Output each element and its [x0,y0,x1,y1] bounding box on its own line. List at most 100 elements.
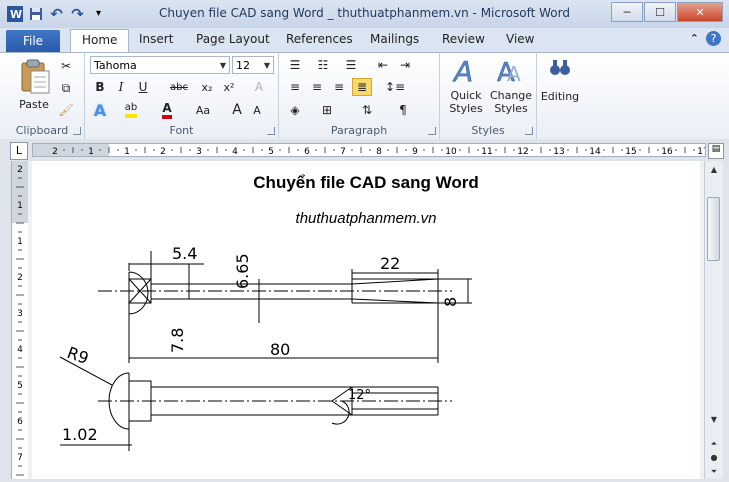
binoculars-icon [550,60,570,75]
scroll-up-button[interactable]: ▲ [706,163,722,177]
shrink-font-button[interactable]: A [247,101,267,119]
font-size-combo[interactable]: 12 ▼ [232,56,274,74]
tab-page-layout[interactable]: Page Layout [196,32,270,46]
scissors-icon: ✂ [60,59,72,73]
italic-button[interactable]: I [111,78,131,96]
minimize-ribbon-button[interactable]: ⌃ [690,32,699,45]
title-bar: W ↶ ↷ ▾ Chuyen file CAD sang Word _ thut… [0,0,729,29]
multilevel-list-icon: ☰ [345,58,357,72]
grow-font-button[interactable]: A [227,101,247,119]
clear-formatting-button[interactable]: A [249,78,269,96]
font-group-label: Font [169,124,194,137]
vertical-scrollbar[interactable]: ▲ ▼ ⏶ ● ⏷ [704,161,723,479]
change-styles-button[interactable]: AA Change Styles [488,56,534,118]
numbered-list-icon: ☷ [317,58,329,72]
paragraph-launcher-icon[interactable] [428,127,436,135]
align-center-button[interactable]: ≡ [307,78,327,96]
horizontal-ruler[interactable]: 211234567891011121314151617 [32,143,706,157]
view-ruler-button[interactable]: ▤ [708,143,724,159]
ruler-number: 17 [697,147,705,156]
align-right-button[interactable]: ≡ [329,78,349,96]
multilevel-list-button[interactable]: ☰ [341,56,361,74]
numbering-button[interactable]: ☷ [313,56,333,74]
double-down-icon: ⏷ [710,467,718,476]
ruler-number: 2 [52,147,58,156]
vertical-ruler[interactable]: 2 1 1 2 3 4 5 6 7 [11,161,29,479]
highlight-button[interactable]: ab [121,101,141,119]
quick-styles-button[interactable]: A Quick Styles [444,56,488,118]
styles-launcher-icon[interactable] [525,127,533,135]
change-case-button[interactable]: Aa [193,101,213,119]
tab-insert[interactable]: Insert [139,32,173,46]
change-styles-label: Change Styles [489,89,533,115]
help-button[interactable]: ? [706,31,721,46]
ruler-number: 10 [445,147,457,156]
format-painter-button[interactable]: 🖌 [56,101,76,119]
tab-view[interactable]: View [506,32,534,46]
quick-styles-label: Quick Styles [449,89,483,115]
bolt1-thread-bottom [351,298,439,304]
cut-button[interactable]: ✂ [56,57,76,75]
tab-file[interactable]: File [6,30,60,52]
font-size-value: 12 [236,59,250,72]
borders-button[interactable]: ⊞ [317,101,337,119]
caret-up-icon: ⌃ [689,32,699,45]
tab-mailings[interactable]: Mailings [370,32,419,46]
browse-object-button[interactable]: ● [706,451,722,465]
ruler-left-margin [33,144,109,156]
justify-button[interactable]: ≣ [352,78,372,96]
ruler-number: 5 [17,381,23,391]
paragraph-group: ☰ ☷ ☰ ⇤ ⇥ ≡ ≡ ≡ ≣ ↕≡ ◈ ⊞ ⇅ ¶ Paragraph [279,53,440,139]
text-effects-button[interactable]: A [90,101,110,120]
paste-button[interactable]: Paste [12,57,56,113]
maximize-button[interactable]: ☐ [644,2,676,22]
ruler-number: 14 [589,147,601,156]
tab-selector-button[interactable]: L [10,142,28,160]
editing-button[interactable]: Editing [540,56,580,118]
copy-button[interactable]: ⧉ [56,79,76,97]
chevron-down-icon: ▼ [219,61,226,70]
subscript-button[interactable]: x₂ [197,78,217,96]
align-left-button[interactable]: ≡ [285,78,305,96]
bullets-button[interactable]: ☰ [285,56,305,74]
justify-icon: ≣ [356,80,368,94]
prev-page-button[interactable]: ⏶ [706,437,722,451]
decrease-indent-button[interactable]: ⇤ [373,56,393,74]
cad-drawing[interactable]: 5.4 6.65 22 8 7.8 80 R9 12° 1.02 [32,161,700,479]
show-marks-button[interactable]: ¶ [393,101,413,119]
clipboard-launcher-icon[interactable] [73,127,81,135]
line-spacing-button[interactable]: ↕≡ [385,78,405,96]
bold-button[interactable]: B [90,78,110,96]
font-launcher-icon[interactable] [267,127,275,135]
superscript-button[interactable]: x² [219,78,239,96]
clipboard-group: Paste ✂ ⧉ 🖌 Clipboard [0,53,85,139]
next-page-button[interactable]: ⏷ [706,465,722,479]
document-page[interactable]: Chuyển file CAD sang Word thuthuatphanme… [32,161,700,479]
scroll-down-button[interactable]: ▼ [706,413,722,427]
tab-references[interactable]: References [286,32,353,46]
font-color-button[interactable]: A [157,101,177,119]
scroll-thumb[interactable] [707,197,720,261]
brush-icon: 🖌 [58,103,74,117]
sort-button[interactable]: ⇅ [357,101,377,119]
horizontal-ruler-scale: 211234567891011121314151617 [33,144,705,156]
strikethrough-button[interactable]: abc [169,78,189,96]
indent-icon: ⇥ [399,58,411,72]
tab-home[interactable]: Home [70,29,130,52]
change-styles-icon: AA [497,58,521,86]
font-name-combo[interactable]: Tahoma ▼ [90,56,230,74]
dim-label-8: 8 [441,297,460,307]
highlighter-icon: ab [124,102,138,118]
minimize-button[interactable]: ─ [611,2,643,22]
clear-format-icon: A [254,80,264,94]
underline-button[interactable]: U [133,78,153,96]
tab-review[interactable]: Review [442,32,485,46]
font-name-value: Tahoma [94,59,137,72]
close-button[interactable]: ✕ [677,2,723,22]
increase-indent-button[interactable]: ⇥ [395,56,415,74]
ruler-number: 12 [517,147,528,156]
shading-button[interactable]: ◈ [285,101,305,119]
paste-label: Paste [19,98,49,111]
bolt1-thread-top [351,278,439,285]
sort-icon: ⇅ [361,103,373,117]
